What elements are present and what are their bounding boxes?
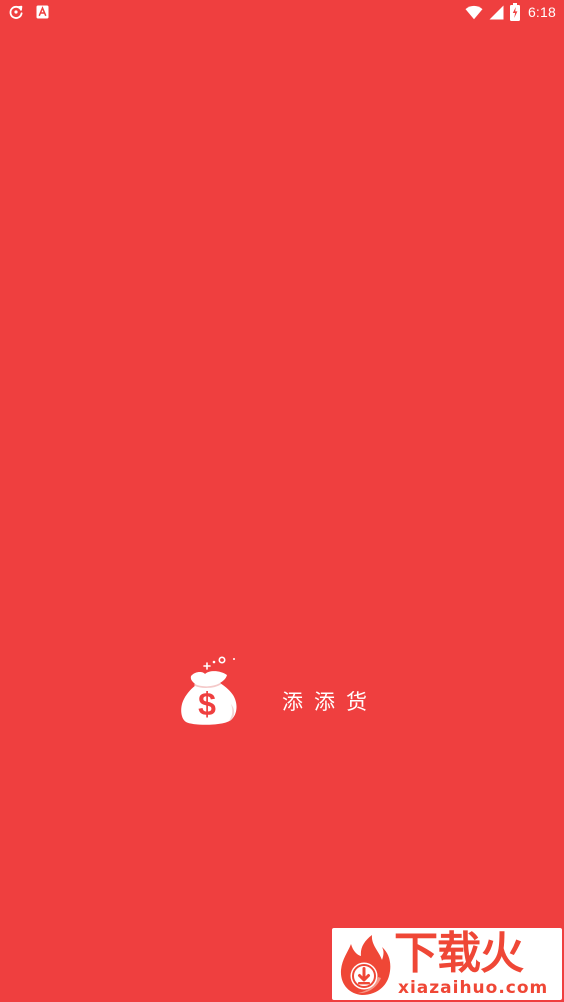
watermark-name: 下载火	[394, 928, 524, 979]
flame-download-icon	[334, 931, 396, 997]
keyboard-a-icon	[36, 5, 49, 19]
battery-charging-icon	[509, 3, 520, 21]
svg-text:$: $	[198, 686, 216, 722]
wifi-icon	[465, 4, 483, 20]
watermark-badge: 下载火 xiazaihuo.com	[332, 928, 562, 1000]
refresh-icon	[8, 4, 24, 20]
status-right-icons: 6:18	[465, 2, 556, 22]
status-bar: 6:18	[0, 0, 564, 24]
status-time: 6:18	[527, 4, 556, 20]
money-bag-icon: $	[176, 652, 246, 727]
cell-signal-icon	[489, 4, 504, 20]
watermark-url: xiazaihuo.com	[398, 978, 549, 998]
status-left-icons	[8, 3, 49, 21]
app-name: 添添货	[282, 690, 378, 714]
splash-brand: $ 添添货	[176, 652, 396, 732]
